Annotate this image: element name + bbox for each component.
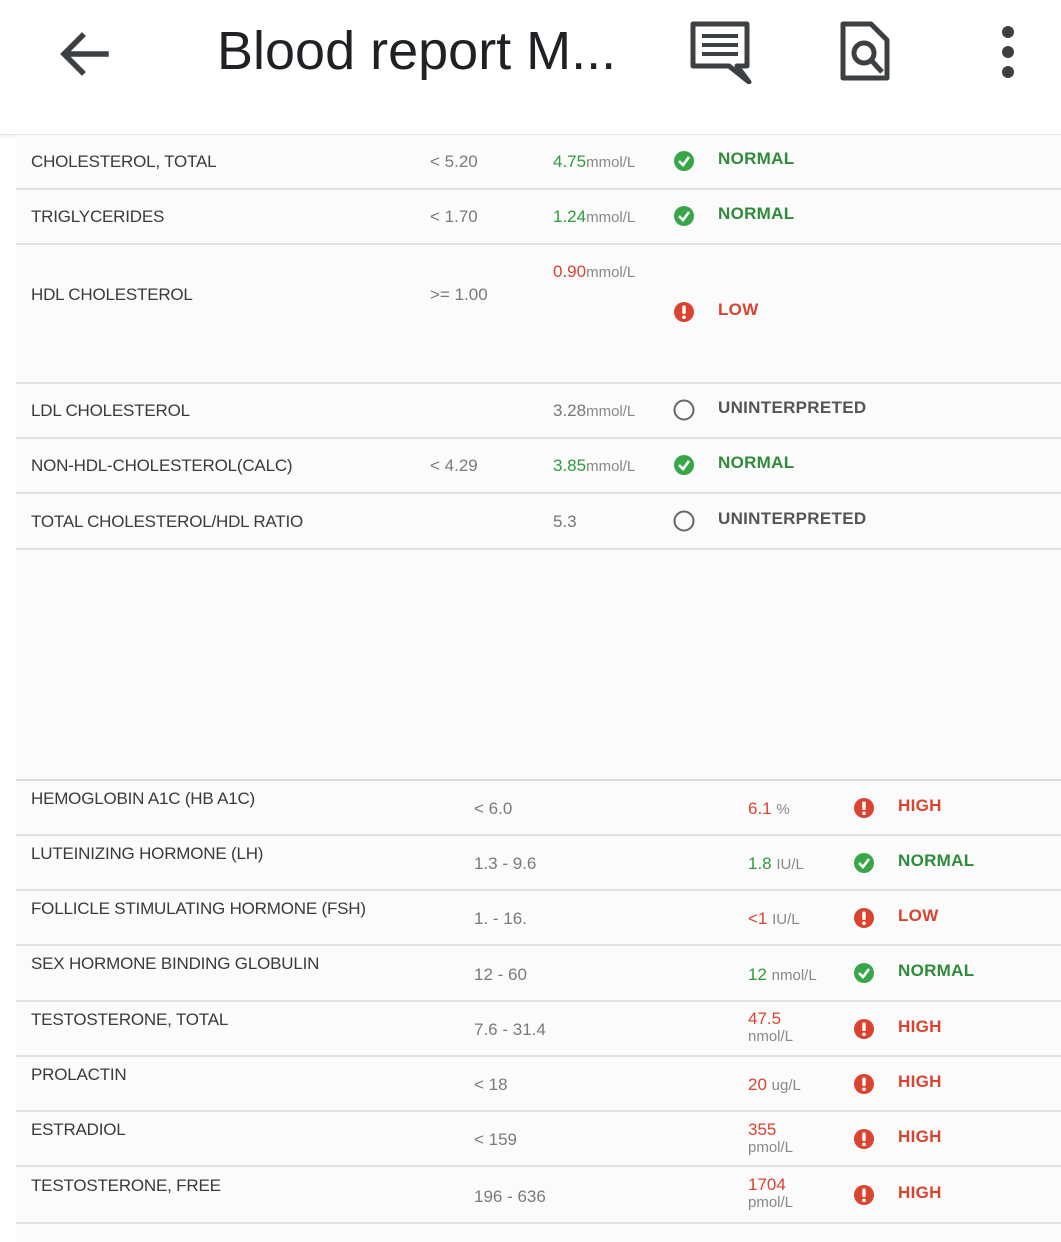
test-name: CHOLESTEROL, TOTAL (31, 152, 217, 171)
app-bar: Blood report M... (0, 0, 1061, 135)
result-value: 1.24mmol/L (553, 207, 636, 226)
table-row: ESTRADIOL < 159 355 pmol/L HIGH (16, 1112, 1061, 1167)
reference-range: 7.6 - 31.4 (474, 1020, 546, 1039)
result-value: 0.90mmol/L (553, 262, 636, 281)
reference-range: 1.3 - 9.6 (474, 854, 537, 873)
result-value: 4.75mmol/L (553, 152, 636, 171)
status-badge: NORMAL (718, 149, 795, 168)
empty-circle-icon (673, 399, 695, 421)
reference-range: < 5.20 (430, 152, 478, 171)
result-value: 1.8 IU/L (748, 854, 804, 873)
alert-circle-icon (854, 1074, 874, 1094)
check-circle-icon (854, 963, 874, 983)
status-badge: HIGH (898, 1127, 942, 1146)
arrow-back-icon (60, 32, 109, 76)
reference-range: 196 - 636 (474, 1187, 546, 1206)
alert-circle-icon (854, 1185, 874, 1205)
alert-circle-icon (854, 1129, 874, 1149)
test-name: TOTAL CHOLESTEROL/HDL RATIO (31, 512, 304, 531)
reference-range: < 159 (474, 1130, 518, 1149)
table-row: HEMOGLOBIN A1C (HB A1C) < 6.0 6.1 % HIGH (16, 781, 1061, 836)
more-vert-icon (1002, 26, 1014, 78)
table-row: PROLACTIN < 18 20 ug/L HIGH (16, 1057, 1061, 1112)
status-badge: NORMAL (898, 961, 975, 980)
result-value: 355 pmol/L (748, 1120, 794, 1157)
alert-circle-icon (854, 798, 874, 818)
check-circle-icon (674, 151, 694, 171)
reference-range: < 1.70 (430, 207, 478, 226)
back-button[interactable] (56, 26, 112, 82)
table-row: CHOLESTEROL, TOTAL < 5.20 4.75mmol/L NOR… (16, 135, 1061, 190)
alert-circle-icon (854, 1019, 874, 1039)
status-badge: NORMAL (718, 204, 795, 223)
status-badge: UNINTERPRETED (718, 509, 867, 528)
result-value: 6.1 % (748, 799, 790, 818)
find-in-page-icon (840, 21, 890, 81)
find-in-page-button[interactable] (838, 20, 892, 89)
reference-range: >= 1.00 (430, 285, 488, 304)
result-value: 1704 pmol/L (748, 1175, 794, 1212)
check-circle-icon (674, 206, 694, 226)
table-row: NON-HDL-CHOLESTEROL(CALC) < 4.29 3.85mmo… (16, 439, 1061, 494)
table-row: LDL CHOLESTEROL 3.28mmol/L UNINTERPRETED (16, 384, 1061, 439)
reference-range: 1. - 16. (474, 909, 527, 928)
empty-circle-icon (673, 510, 695, 532)
test-name: HEMOGLOBIN A1C (HB A1C) (31, 789, 256, 808)
result-value: 20 ug/L (748, 1075, 801, 1094)
status-badge: LOW (718, 300, 759, 319)
status-badge: HIGH (898, 1072, 942, 1091)
result-value: 12 nmol/L (748, 965, 817, 984)
table-row: TRIGLYCERIDES < 1.70 1.24mmol/L NORMAL (16, 190, 1061, 245)
status-badge: LOW (898, 906, 939, 925)
test-name: NON-HDL-CHOLESTEROL(CALC) (31, 456, 293, 475)
more-options-button[interactable] (996, 24, 1020, 85)
result-value: 47.5 nmol/L (748, 1009, 794, 1046)
table-row: SEX HORMONE BINDING GLOBULIN 12 - 60 12 … (16, 946, 1061, 1002)
test-name: TRIGLYCERIDES (31, 207, 165, 226)
status-badge: NORMAL (718, 453, 795, 472)
check-circle-icon (854, 853, 874, 873)
reference-range: < 6.0 (474, 799, 513, 818)
test-name: TESTOSTERONE, FREE (31, 1176, 221, 1195)
test-name: ESTRADIOL (31, 1120, 126, 1139)
alert-circle-icon (854, 908, 874, 928)
result-value: 5.3 (553, 512, 577, 531)
table-row: TESTOSTERONE, FREE 196 - 636 1704 pmol/L … (16, 1167, 1061, 1224)
test-name: SEX HORMONE BINDING GLOBULIN (31, 954, 320, 973)
reference-range: < 4.29 (430, 456, 478, 475)
status-badge: UNINTERPRETED (718, 398, 867, 417)
test-name: LUTEINIZING HORMONE (LH) (31, 844, 264, 863)
reference-range: < 18 (474, 1075, 508, 1094)
table-row: FOLLICLE STIMULATING HORMONE (FSH) 1. - … (16, 891, 1061, 946)
test-name: PROLACTIN (31, 1065, 127, 1084)
status-badge: NORMAL (898, 851, 975, 870)
page-title: Blood report M... (217, 21, 617, 81)
test-name: FOLLICLE STIMULATING HORMONE (FSH) (31, 899, 366, 918)
check-circle-icon (674, 455, 694, 475)
comment-icon (690, 21, 752, 85)
status-badge: HIGH (898, 796, 942, 815)
result-value: <1 IU/L (748, 909, 800, 928)
report-document[interactable]: CHOLESTEROL, TOTAL < 5.20 4.75mmol/L NOR… (16, 135, 1061, 1242)
test-name: TESTOSTERONE, TOTAL (31, 1010, 229, 1029)
test-name: LDL CHOLESTEROL (31, 401, 190, 420)
table-row: LUTEINIZING HORMONE (LH) 1.3 - 9.6 1.8 I… (16, 836, 1061, 891)
comment-button[interactable] (689, 20, 753, 89)
table-row: TESTOSTERONE, TOTAL 7.6 - 31.4 47.5 nmol/… (16, 1002, 1061, 1057)
status-badge: HIGH (898, 1183, 942, 1202)
table-row: TOTAL CHOLESTEROL/HDL RATIO 5.3 UNINTERP… (16, 494, 1061, 550)
status-badge: HIGH (898, 1017, 942, 1036)
result-value: 3.85mmol/L (553, 456, 636, 475)
test-name: HDL CHOLESTEROL (31, 285, 193, 304)
reference-range: 12 - 60 (474, 965, 527, 984)
result-value: 3.28mmol/L (553, 401, 636, 420)
table-row: HDL CHOLESTEROL >= 1.00 0.90mmol/L LOW (16, 245, 1061, 384)
alert-circle-icon (674, 302, 694, 322)
